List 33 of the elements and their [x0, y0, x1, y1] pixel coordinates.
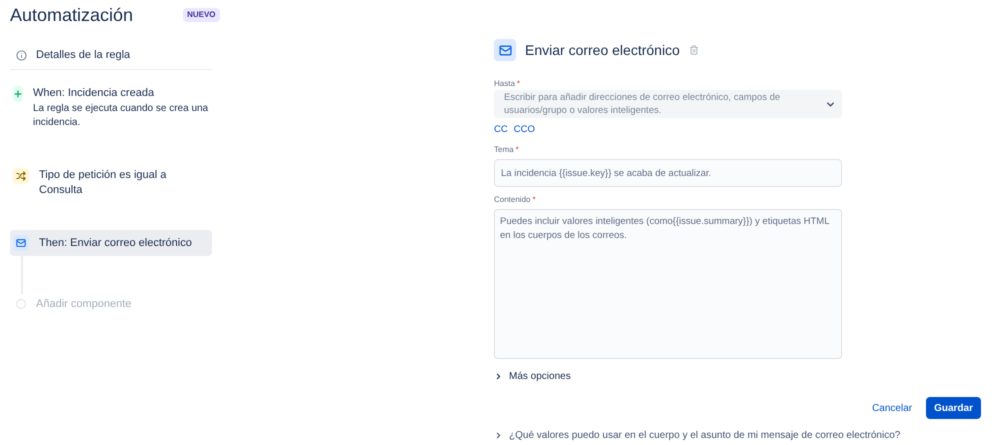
recipient-link[interactable]: CCO — [514, 122, 535, 138]
page-title: Automatización — [10, 4, 134, 26]
help-toggle[interactable]: ¿Qué valores puedo usar en el cuerpo y el asunto de mi mensaje de correo electrónico? — [494, 428, 900, 442]
form-title: Enviar correo electrónico — [525, 40, 680, 60]
plus-icon — [13, 86, 23, 102]
body-field[interactable]: Puedes incluir valores inteligentes (como{{issue.summary}}) y etiquetas HTML en los cuerpos de los correos. — [494, 209, 842, 359]
subject-field[interactable]: La incidencia {{issue.key}} se acaba de actualizar. — [494, 159, 842, 187]
required-asterisk: * — [516, 144, 519, 156]
step-title: Then: Enviar correo electrónico — [39, 236, 192, 250]
rule-details-link[interactable]: Detalles de la regla — [36, 47, 130, 64]
delete-icon[interactable] — [688, 45, 699, 55]
cancel-button[interactable]: Cancelar — [866, 397, 918, 419]
mail-icon — [494, 39, 516, 61]
save-button[interactable]: Guardar — [926, 397, 981, 419]
step-title: Añadir componente — [36, 296, 132, 312]
more-options-toggle[interactable]: Más opciones — [494, 369, 571, 383]
recipient-link[interactable]: CC — [494, 122, 508, 138]
step-title: When: Incidencia creada — [33, 86, 156, 101]
shuffle-icon — [13, 168, 29, 184]
field-placeholder: Escribir para añadir direcciones de correo electrónico, campos de usuarios/grupo o valores inteligentes. — [504, 91, 782, 117]
field-label: Contenido — [494, 194, 530, 206]
field-label: Hasta — [494, 78, 515, 90]
step-title: Tipo de petición es igual a Consulta — [39, 168, 168, 198]
rule-step[interactable]: Then: Enviar correo electrónico — [10, 230, 212, 256]
required-asterisk: * — [532, 194, 536, 206]
required-asterisk: * — [516, 78, 520, 90]
mail-icon — [13, 235, 29, 251]
info-icon — [16, 50, 27, 61]
chevron-right-icon — [494, 430, 503, 440]
field-label: Tema — [494, 144, 514, 156]
step-description: La regla se ejecuta cuando se crea una incidencia. — [33, 102, 210, 130]
chevron-right-icon — [494, 372, 503, 380]
new-badge: NUEVO — [183, 8, 220, 22]
